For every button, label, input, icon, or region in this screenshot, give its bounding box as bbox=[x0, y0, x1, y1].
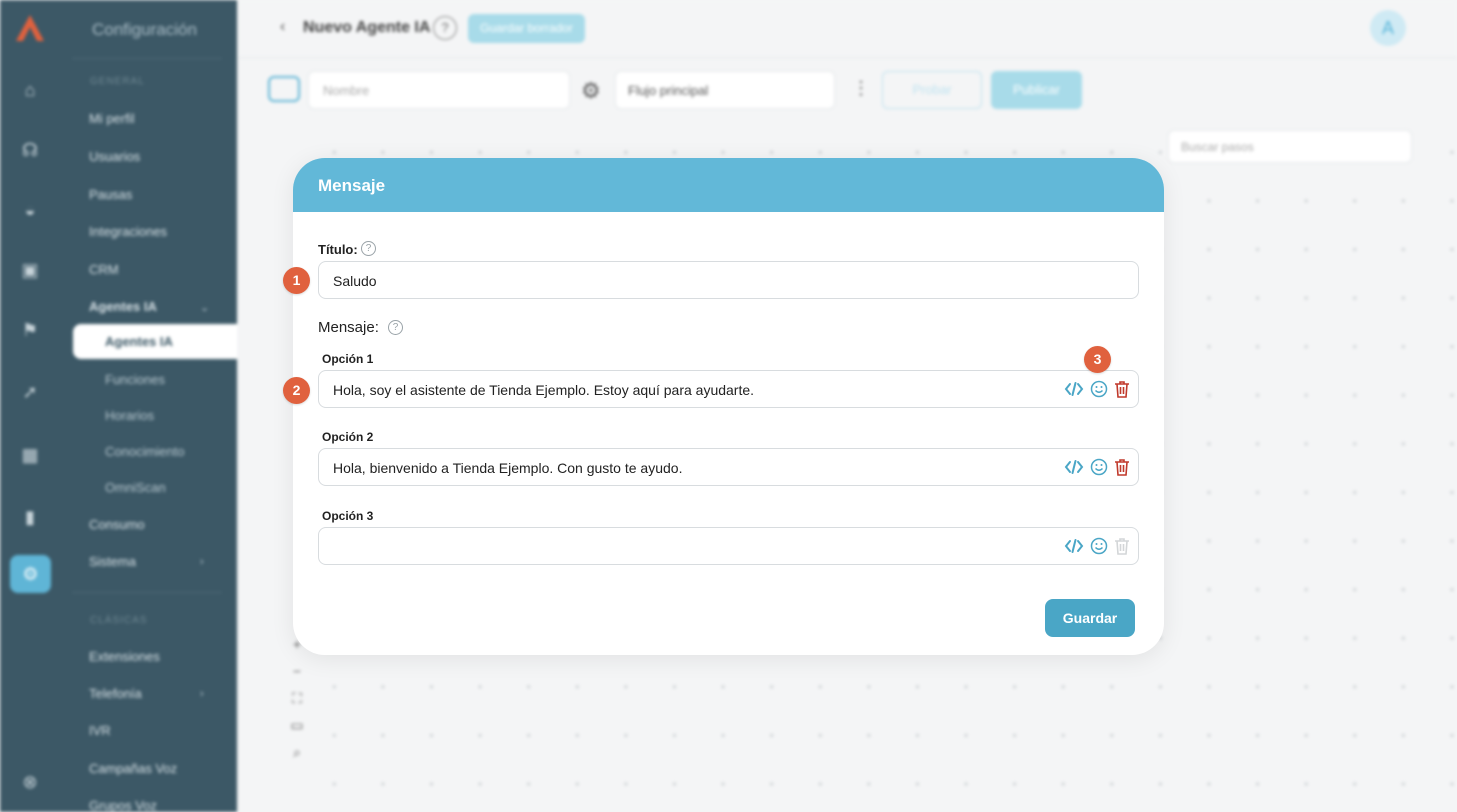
settings-sidebar: Configuración GENERAL Mi perfil Usuarios… bbox=[60, 0, 237, 812]
trash-icon[interactable] bbox=[1114, 458, 1130, 476]
chevron-right-icon: › bbox=[200, 556, 204, 568]
minimap-icon[interactable]: ▭ bbox=[286, 717, 308, 744]
variable-code-icon[interactable] bbox=[1064, 380, 1084, 398]
app-logo bbox=[16, 15, 44, 41]
divider bbox=[72, 58, 222, 59]
option-3-label: Opción 3 bbox=[322, 509, 374, 523]
variable-code-icon[interactable] bbox=[1064, 458, 1084, 476]
sidebar-subitem-knowledge[interactable]: Conocimiento bbox=[105, 444, 185, 459]
back-arrow-icon[interactable]: ‹ bbox=[280, 18, 285, 36]
more-options-icon[interactable]: ⋮ bbox=[852, 78, 870, 99]
modal-header: Mensaje bbox=[293, 158, 1164, 212]
inbox-icon[interactable]: ◒ bbox=[18, 198, 42, 222]
contacts-icon[interactable]: ▣ bbox=[18, 258, 42, 282]
chat-icon[interactable] bbox=[268, 76, 300, 102]
reports-icon[interactable]: ▮ bbox=[18, 505, 42, 529]
option-3-input[interactable] bbox=[318, 527, 1139, 565]
sidebar-item-users[interactable]: Usuarios bbox=[89, 149, 140, 164]
sidebar-item-extensions[interactable]: Extensiones bbox=[89, 649, 160, 664]
sidebar-item-voice-groups[interactable]: Grupos Voz bbox=[89, 798, 157, 812]
sidebar-item-integrations[interactable]: Integraciones bbox=[89, 224, 167, 239]
sidebar-item-crm[interactable]: CRM bbox=[89, 262, 119, 277]
step-marker-2: 2 bbox=[283, 377, 310, 404]
sidebar-item-system[interactable]: Sistema bbox=[89, 554, 136, 569]
top-bar: ‹ Nuevo Agente IA ? Guardar borrador A bbox=[237, 0, 1457, 58]
sidebar-item-pauses[interactable]: Pausas bbox=[89, 187, 132, 202]
sidebar-subitem-omniscan[interactable]: OmniScan bbox=[105, 480, 166, 495]
zoom-controls: + − ⛶ ▭ ⌕ bbox=[286, 636, 308, 771]
agent-name-input[interactable]: Nombre bbox=[308, 71, 570, 109]
sidebar-item-profile[interactable]: Mi perfil bbox=[89, 111, 135, 126]
fit-view-icon[interactable]: ⛶ bbox=[286, 690, 308, 717]
sidebar-item-ivr[interactable]: IVR bbox=[89, 723, 111, 738]
sidebar-subitem-ai-agents-active[interactable]: Agentes IA bbox=[73, 324, 237, 359]
publish-button[interactable]: Publicar bbox=[991, 71, 1082, 109]
title-input[interactable]: Saludo bbox=[318, 261, 1139, 299]
sidebar-item-voice-campaigns[interactable]: Campañas Voz bbox=[89, 761, 177, 776]
emoji-icon[interactable] bbox=[1090, 380, 1108, 398]
option-2-input[interactable]: Hola, bienvenido a Tienda Ejemplo. Con g… bbox=[318, 448, 1139, 486]
sidebar-item-telephony[interactable]: Telefonía bbox=[89, 686, 142, 701]
search-steps-input[interactable]: Buscar pasos bbox=[1168, 130, 1412, 163]
message-modal: Mensaje Título: ? Saludo Mensaje: ? Opci… bbox=[293, 158, 1164, 655]
variable-code-icon[interactable] bbox=[1064, 537, 1084, 555]
sidebar-subitem-schedules[interactable]: Horarios bbox=[105, 408, 154, 423]
trash-icon-disabled bbox=[1115, 538, 1129, 555]
icon-rail: ⌂ ☊ ◒ ▣ ⚑ ➚ ▦ ▮ ⚙ ⊗ bbox=[0, 0, 60, 812]
option-2-label: Opción 2 bbox=[322, 430, 374, 444]
sidebar-subitem-functions[interactable]: Funciones bbox=[105, 372, 165, 387]
option-2-value: Hola, bienvenido a Tienda Ejemplo. Con g… bbox=[333, 460, 683, 476]
title-help-icon[interactable]: ? bbox=[361, 241, 376, 256]
help-icon[interactable]: ⊗ bbox=[18, 770, 42, 794]
tickets-icon[interactable]: ⚑ bbox=[18, 318, 42, 342]
zoom-out-icon[interactable]: − bbox=[286, 663, 308, 690]
zoom-search-icon[interactable]: ⌕ bbox=[286, 744, 308, 771]
save-button[interactable]: Guardar bbox=[1045, 599, 1135, 637]
divider bbox=[72, 592, 222, 593]
step-marker-1: 1 bbox=[283, 267, 310, 294]
modal-title: Mensaje bbox=[318, 176, 386, 195]
chevron-down-icon: ⌄ bbox=[200, 302, 210, 314]
message-label: Mensaje: bbox=[318, 319, 379, 336]
section-telephony: CLÁSICAS bbox=[90, 615, 148, 626]
sidebar-title: Configuración bbox=[92, 20, 197, 39]
trash-icon[interactable] bbox=[1114, 380, 1130, 398]
avatar[interactable]: A bbox=[1370, 10, 1406, 46]
option-1-label: Opción 1 bbox=[322, 352, 374, 366]
settings-icon[interactable]: ⚙ bbox=[10, 555, 51, 593]
sidebar-item-ai-agents[interactable]: Agentes IA bbox=[89, 299, 157, 314]
title-input-value: Saludo bbox=[333, 273, 377, 289]
home-icon[interactable]: ⌂ bbox=[18, 78, 42, 102]
chevron-right-icon: › bbox=[200, 688, 204, 700]
sidebar-item-consumption[interactable]: Consumo bbox=[89, 517, 145, 532]
title-label: Título: bbox=[318, 242, 358, 257]
page-title: Nuevo Agente IA bbox=[303, 19, 431, 36]
help-icon[interactable]: ? bbox=[433, 16, 457, 40]
flow-select[interactable]: Flujo principal bbox=[615, 71, 835, 109]
test-button[interactable]: Probar bbox=[882, 71, 982, 109]
gear-icon[interactable]: ⚙ bbox=[581, 78, 601, 104]
emoji-icon[interactable] bbox=[1090, 537, 1108, 555]
emoji-icon[interactable] bbox=[1090, 458, 1108, 476]
headset-icon[interactable]: ☊ bbox=[18, 138, 42, 162]
option-1-value: Hola, soy el asistente de Tienda Ejemplo… bbox=[333, 382, 755, 398]
campaigns-icon[interactable]: ➚ bbox=[18, 380, 42, 404]
calendar-icon[interactable]: ▦ bbox=[18, 443, 42, 467]
option-1-input[interactable]: Hola, soy el asistente de Tienda Ejemplo… bbox=[318, 370, 1139, 408]
section-general: GENERAL bbox=[90, 76, 145, 87]
step-marker-3: 3 bbox=[1084, 346, 1111, 373]
message-help-icon[interactable]: ? bbox=[388, 320, 403, 335]
draft-badge[interactable]: Guardar borrador bbox=[468, 14, 585, 43]
